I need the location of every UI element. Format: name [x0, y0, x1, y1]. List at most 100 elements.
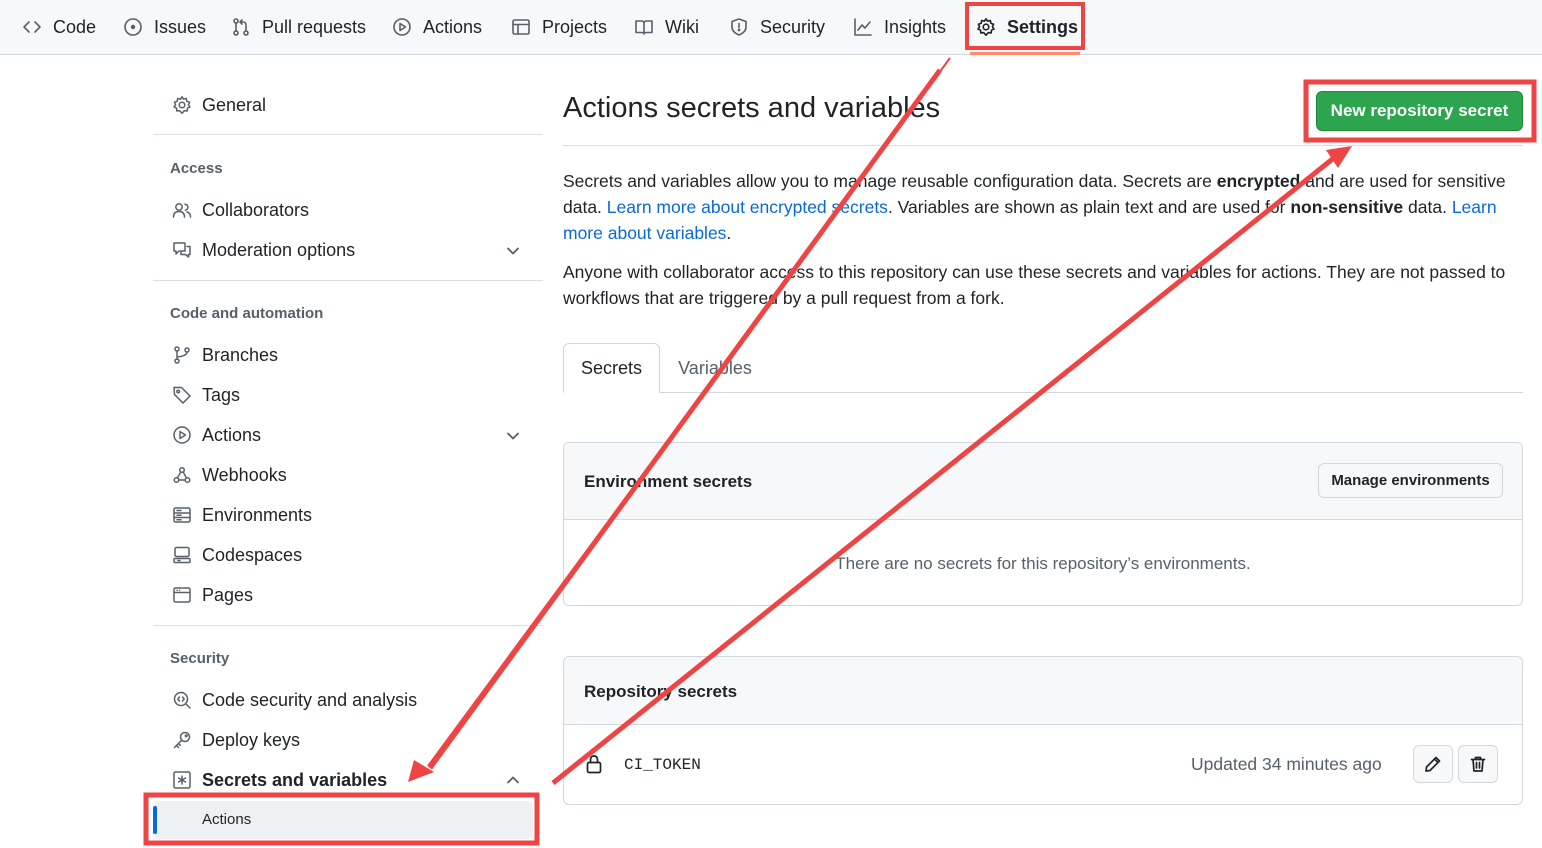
- delete-secret-button[interactable]: [1458, 745, 1498, 783]
- tab-security[interactable]: Security: [729, 0, 825, 54]
- tab-insights-label: Insights: [884, 16, 947, 37]
- sidebar-item-label: Deploy keys: [202, 729, 301, 750]
- shield-icon: [731, 18, 747, 36]
- lock-icon: [586, 755, 602, 774]
- issue-opened-icon: [124, 18, 142, 36]
- tag-icon: [173, 386, 191, 404]
- environment-secrets-title: Environment secrets: [584, 472, 753, 491]
- tab-settings[interactable]: Settings: [976, 0, 1078, 54]
- sidebar-item-codespaces[interactable]: Codespaces: [172, 539, 302, 571]
- tab-code-label: Code: [53, 16, 97, 37]
- tab-secrets[interactable]: Secrets: [563, 343, 660, 393]
- tab-settings-label: Settings: [1007, 16, 1079, 37]
- code-icon: [23, 21, 41, 33]
- active-indicator: [153, 806, 157, 834]
- sidebar-item-secrets-variables[interactable]: Secrets and variables: [172, 764, 387, 796]
- comment-discussion-icon: [173, 242, 191, 258]
- sidebar-item-moderation[interactable]: Moderation options: [172, 234, 355, 266]
- sidebar-item-label: Codespaces: [202, 544, 303, 565]
- sidebar-item-environments[interactable]: Environments: [172, 499, 312, 531]
- sidebar-item-deploy-keys[interactable]: Deploy keys: [172, 724, 300, 756]
- graph-icon: [854, 18, 872, 36]
- sidebar-item-label: Collaborators: [202, 199, 310, 220]
- chevron-up-icon[interactable]: [504, 771, 522, 789]
- play-icon: [393, 18, 411, 36]
- pencil-icon: [1425, 756, 1441, 772]
- gear-icon: [173, 96, 191, 114]
- sidebar-item-label: Secrets and variables: [202, 769, 388, 790]
- environment-secrets-box: Environment secrets Manage environments …: [563, 442, 1523, 606]
- arrowhead-shape: [408, 760, 434, 782]
- sidebar-item-label: General: [202, 94, 267, 115]
- sidebar-heading-security: Security: [170, 650, 230, 667]
- tab-pull-requests[interactable]: Pull requests: [231, 0, 366, 54]
- intro-text: .: [726, 223, 732, 243]
- sidebar-item-branches[interactable]: Branches: [172, 339, 278, 371]
- learn-more-secrets-link[interactable]: Learn more about encrypted secrets: [607, 197, 888, 217]
- git-pull-request-icon: [233, 18, 249, 36]
- sidebar-item-general[interactable]: General: [172, 89, 266, 121]
- browser-icon: [173, 587, 191, 603]
- edit-secret-button[interactable]: [1413, 745, 1453, 783]
- sidebar-item-tags[interactable]: Tags: [172, 379, 240, 411]
- repository-secrets-header: Repository secrets: [564, 657, 1522, 725]
- sidebar-item-actions[interactable]: Actions: [172, 419, 261, 451]
- intro-emphasis: non-sensitive: [1290, 197, 1404, 217]
- intro-text: . Variables are shown as plain text and …: [887, 197, 1291, 217]
- sidebar-item-pages[interactable]: Pages: [172, 579, 253, 611]
- arrowhead-shape: [1326, 146, 1352, 168]
- chevron-down-icon[interactable]: [504, 427, 522, 445]
- tab-projects-label: Projects: [542, 16, 608, 37]
- tab-issues[interactable]: Issues: [123, 0, 206, 54]
- git-branch-icon: [174, 346, 190, 364]
- people-icon: [172, 203, 192, 218]
- tab-wiki-label: Wiki: [665, 16, 699, 37]
- tab-actions[interactable]: Actions: [392, 0, 482, 54]
- book-icon: [635, 20, 653, 35]
- repository-secrets-title: Repository secrets: [584, 682, 738, 701]
- play-icon: [173, 426, 191, 444]
- sidebar-divider: [153, 134, 543, 135]
- sidebar-item-label: Actions: [202, 424, 262, 445]
- webhook-icon: [173, 466, 191, 484]
- sidebar-divider: [153, 280, 543, 281]
- intro-paragraph: Secrets and variables allow you to manag…: [563, 168, 1523, 246]
- tab-security-label: Security: [760, 16, 826, 37]
- sidebar-subitem-actions[interactable]: Actions: [153, 801, 533, 839]
- tab-actions-label: Actions: [423, 16, 483, 37]
- tab-projects[interactable]: Projects: [511, 0, 607, 54]
- active-tab-underline: [970, 52, 1080, 55]
- tab-pull-requests-label: Pull requests: [262, 16, 367, 37]
- chevron-down-icon[interactable]: [504, 242, 522, 260]
- secret-updated-time: Updated 34 minutes ago: [1191, 754, 1382, 774]
- manage-environments-button[interactable]: Manage environments: [1318, 463, 1503, 498]
- sidebar-item-code-security[interactable]: Code security and analysis: [172, 684, 417, 716]
- codespaces-icon: [173, 546, 191, 564]
- codescan-icon: [173, 691, 191, 709]
- repo-nav: Code Issues Pull requests Actions Projec…: [0, 0, 1542, 55]
- tab-variables[interactable]: Variables: [660, 343, 770, 393]
- empty-state-message: There are no secrets for this repository…: [835, 554, 1251, 573]
- sidebar-heading-access: Access: [170, 160, 223, 177]
- sidebar-item-label: Code security and analysis: [202, 689, 418, 710]
- sidebar-divider: [153, 625, 543, 626]
- sidebar-heading-code-automation: Code and automation: [170, 305, 324, 322]
- table-icon: [512, 19, 530, 35]
- page-title: Actions secrets and variables: [563, 92, 941, 124]
- sidebar-item-webhooks[interactable]: Webhooks: [172, 459, 287, 491]
- sidebar-item-label: Tags: [202, 384, 241, 405]
- environment-secrets-header: Environment secrets Manage environments: [564, 443, 1522, 520]
- sidebar-subitem-label: Actions: [202, 811, 252, 828]
- intro-emphasis: encrypted: [1216, 171, 1301, 191]
- sidebar-item-label: Branches: [202, 344, 279, 365]
- intro-text: data.: [1403, 197, 1452, 217]
- repository-secrets-box: Repository secrets CI_TOKEN Updated 34 m…: [563, 656, 1523, 805]
- sidebar-item-label: Environments: [202, 504, 313, 525]
- secret-name: CI_TOKEN: [624, 756, 701, 774]
- tab-code[interactable]: Code: [22, 0, 96, 54]
- tab-insights[interactable]: Insights: [853, 0, 946, 54]
- sidebar-item-collaborators[interactable]: Collaborators: [172, 194, 309, 226]
- tab-wiki[interactable]: Wiki: [634, 0, 699, 54]
- new-repository-secret-button[interactable]: New repository secret: [1316, 91, 1523, 131]
- tab-issues-label: Issues: [154, 16, 207, 37]
